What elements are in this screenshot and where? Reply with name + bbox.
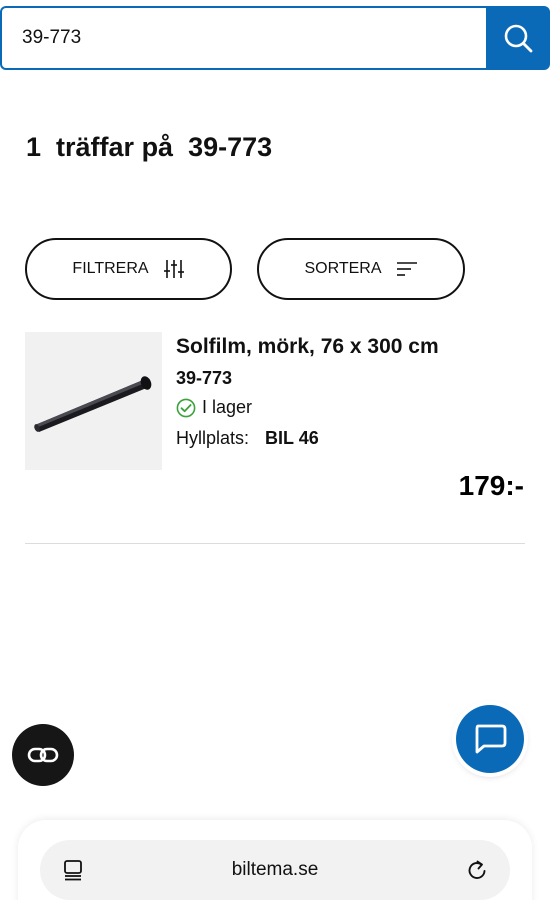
- filter-button[interactable]: FILTRERA: [25, 238, 232, 300]
- product-price: 179:-: [458, 470, 524, 501]
- product-image[interactable]: [25, 332, 162, 470]
- chat-button[interactable]: [456, 705, 524, 773]
- stock-text: I lager: [202, 397, 253, 417]
- chat-bubble-icon: [475, 724, 507, 754]
- reload-icon: [468, 860, 486, 879]
- link-button[interactable]: [12, 724, 74, 786]
- filter-label: FILTRERA: [72, 260, 149, 277]
- sort-lines-icon: [396, 262, 417, 276]
- product-title[interactable]: Solfilm, mörk, 76 x 300 cm: [176, 335, 439, 359]
- url-text[interactable]: biltema.se: [232, 859, 319, 881]
- search-button[interactable]: [486, 6, 550, 70]
- product-sku: 39-773: [176, 368, 233, 388]
- shelf-value: BIL 46: [265, 428, 319, 448]
- reload-button[interactable]: [466, 859, 488, 881]
- browser-address-bar[interactable]: biltema.se: [40, 840, 510, 900]
- shelf-label: Hyllplats:: [176, 428, 250, 448]
- results-term: 39-773: [188, 132, 273, 162]
- sort-button[interactable]: SORTERA: [257, 238, 465, 300]
- divider: [25, 543, 525, 544]
- search-bar: [0, 6, 550, 70]
- sort-label: SORTERA: [304, 260, 382, 277]
- sliders-icon: [163, 260, 184, 278]
- check-circle-icon: [176, 398, 196, 417]
- search-input[interactable]: [0, 6, 488, 70]
- results-heading: 1 träffar på 39-773: [26, 132, 272, 163]
- search-icon: [504, 24, 533, 53]
- tabs-icon: [64, 860, 82, 881]
- film-roll-image: [34, 376, 152, 432]
- results-count: 1: [26, 132, 42, 162]
- results-label: träffar på: [56, 132, 174, 162]
- link-icon: [27, 747, 59, 763]
- shelf-location: Hyllplats: BIL 46: [176, 428, 319, 449]
- stock-status: I lager: [176, 397, 252, 418]
- tabs-button[interactable]: [62, 859, 84, 881]
